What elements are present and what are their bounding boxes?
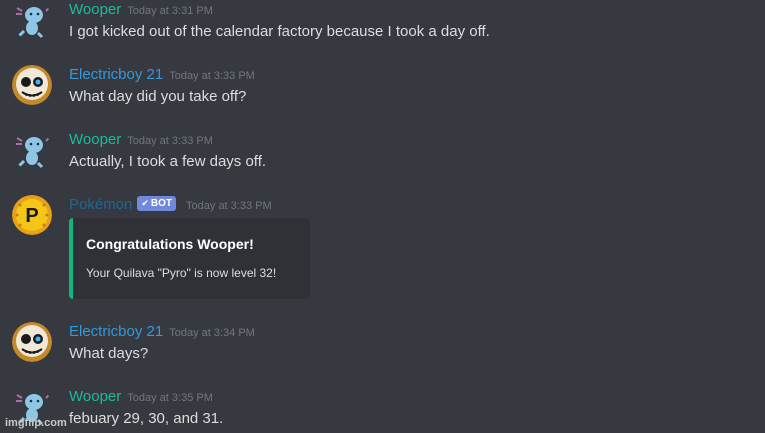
skull-avatar[interactable] (12, 322, 52, 362)
pokeball-avatar[interactable]: P (12, 195, 52, 235)
chat-log: Wooper Today at 3:31 PM I got kicked out … (0, 0, 765, 433)
embed-card: Congratulations Wooper! Your Quilava "Py… (69, 218, 310, 299)
skull-avatar[interactable] (12, 65, 52, 105)
author-name[interactable]: Wooper (69, 131, 121, 148)
author-name[interactable]: Wooper (69, 388, 121, 405)
watermark: imgflip.com (5, 417, 67, 429)
message-text: I got kicked out of the calendar factory… (69, 23, 490, 40)
svg-text:P: P (25, 205, 38, 227)
wooper-avatar[interactable] (12, 0, 52, 40)
timestamp: Today at 3:34 PM (169, 327, 255, 339)
wooper-avatar[interactable] (12, 130, 52, 170)
embed-description: Your Quilava "Pyro" is now level 32! (86, 266, 277, 280)
timestamp: Today at 3:33 PM (186, 200, 272, 212)
bot-badge: ✔ BOT (137, 196, 177, 211)
message-text: febuary 29, 30, and 31. (69, 410, 224, 427)
message-text: What days? (69, 345, 149, 362)
message-text: What day did you take off? (69, 88, 247, 105)
embed-title: Congratulations Wooper! (86, 236, 254, 252)
message-text: Actually, I took a few days off. (69, 153, 267, 170)
timestamp: Today at 3:33 PM (169, 70, 255, 82)
checkmark-icon: ✔ (141, 198, 149, 208)
timestamp: Today at 3:33 PM (127, 135, 213, 147)
author-name[interactable]: Electricboy 21 (69, 323, 163, 340)
author-name[interactable]: Pokémon (69, 196, 132, 213)
timestamp: Today at 3:31 PM (127, 5, 213, 17)
author-name[interactable]: Electricboy 21 (69, 66, 163, 83)
timestamp: Today at 3:35 PM (127, 392, 213, 404)
author-name[interactable]: Wooper (69, 1, 121, 18)
